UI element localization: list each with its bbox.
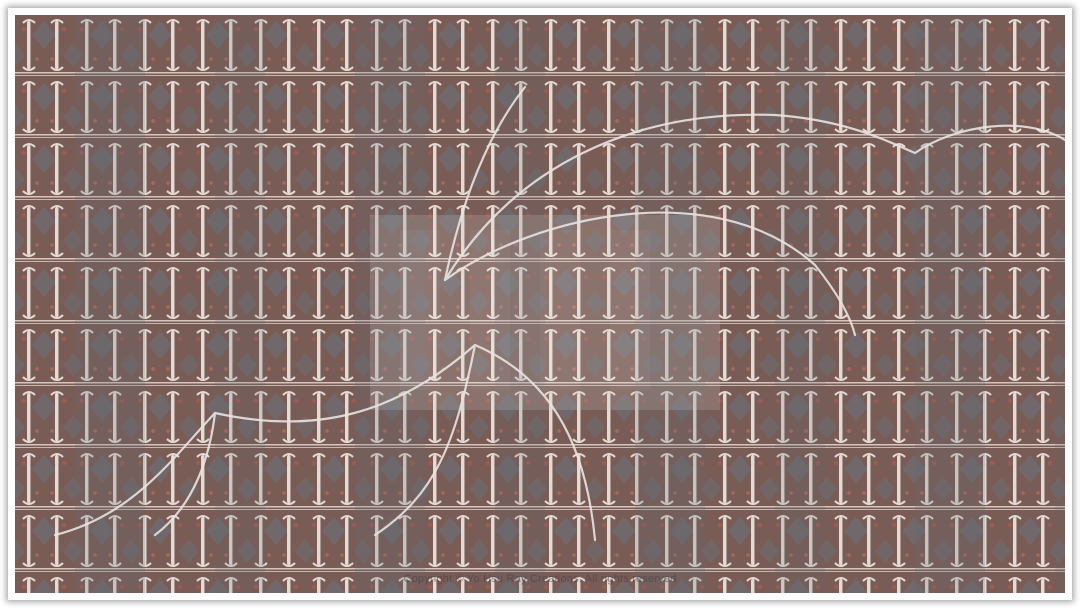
pattern-artwork: Copyright © Yo Hsu Ray Creations. All ri… <box>15 15 1065 593</box>
copyright-watermark: Copyright © Yo Hsu Ray Creations. All ri… <box>403 573 677 585</box>
picture-frame: Copyright © Yo Hsu Ray Creations. All ri… <box>8 8 1072 600</box>
pattern-canvas <box>15 15 1065 593</box>
center-watermark-square <box>370 215 720 410</box>
